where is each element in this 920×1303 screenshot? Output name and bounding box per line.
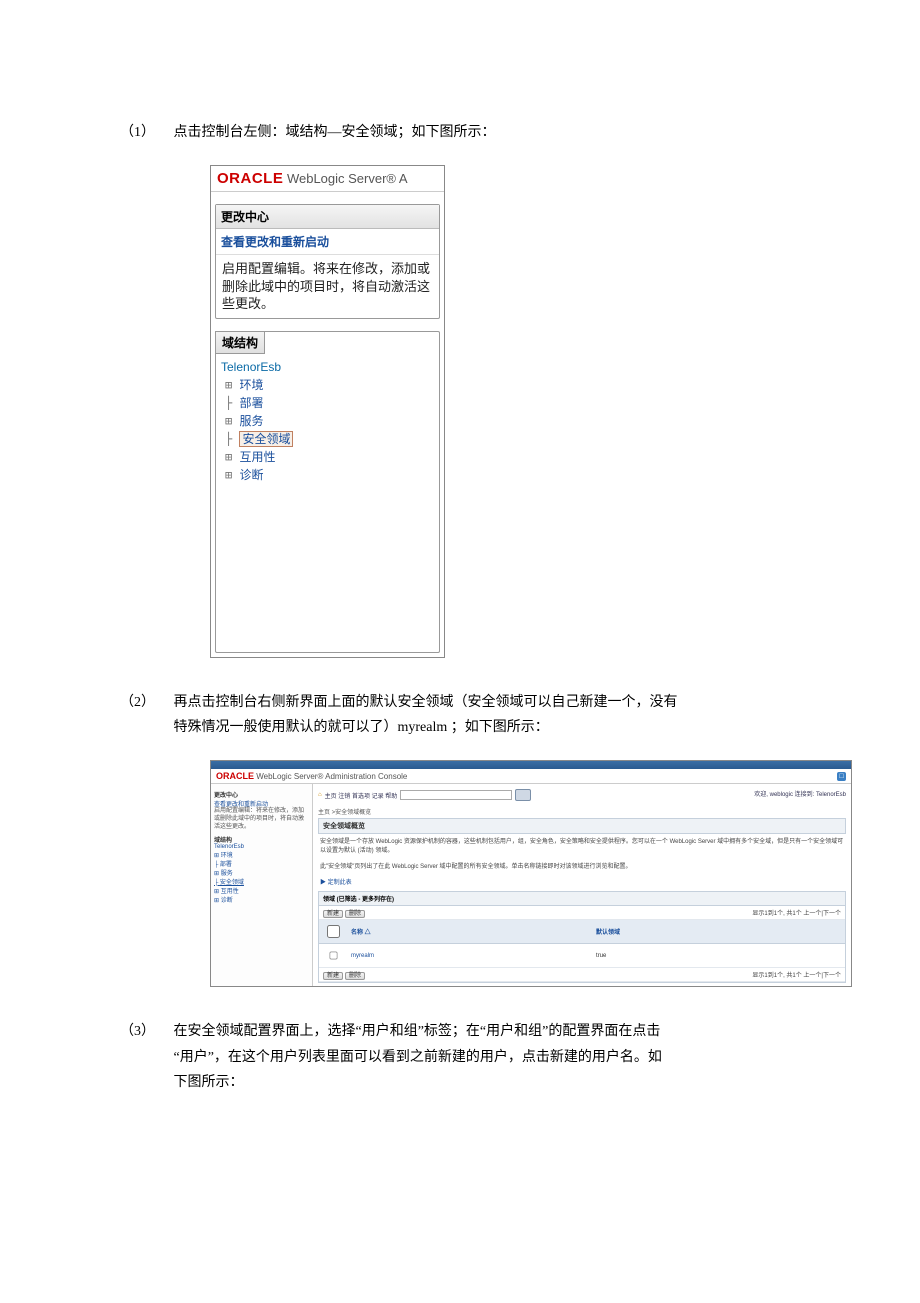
- view-changes-link[interactable]: 查看更改和重新启动: [214, 799, 309, 808]
- step-2-line2: 特殊情况一般使用默认的就可以了）myrealm ；如下图所示：: [174, 720, 549, 735]
- welcome-text: 欢迎, weblogic 连接到: TelenorEsb: [754, 789, 846, 803]
- step-3: （3） 在安全领域配置界面上，选择“用户和组”标签；在“用户和组”的配置界面在点…: [120, 1019, 800, 1095]
- change-center-panel: 更改中心 查看更改和重新启动 启用配置编辑。将来在修改，添加或删除此域中的项目时…: [215, 204, 440, 319]
- tree-node-security-realm[interactable]: ├ 安全领域: [214, 877, 309, 886]
- description-1: 安全领域是一个存放 WebLogic 资源保护机制的容器，这些机制包括用户，组，…: [318, 834, 846, 859]
- console-header: ORACLE WebLogic Server® Administration C…: [211, 769, 851, 784]
- screenshot-1: ORACLE WebLogic Server® A 更改中心 查看更改和重新启动…: [210, 165, 445, 658]
- help-icon[interactable]: □: [837, 772, 846, 781]
- expand-icon[interactable]: ⊞: [225, 414, 239, 428]
- breadcrumb: 主页 >安全领域概览: [318, 807, 846, 816]
- tree-node-env[interactable]: ⊞ 环境: [221, 376, 434, 394]
- tree-node-interop[interactable]: ⊞ 互用性: [221, 448, 434, 466]
- new-button[interactable]: 新建: [323, 972, 343, 980]
- realms-table: 领域 (已筛选 - 更多列存在) 新建 删除 显示1到1个, 共1个 上一个|下…: [318, 891, 846, 983]
- tree-node-selected[interactable]: 安全领域: [239, 431, 293, 447]
- product-name: WebLogic Server® Administration Console: [254, 772, 407, 781]
- tree-root[interactable]: TelenorEsb: [221, 358, 434, 376]
- pager-bottom: 显示1到1个, 共1个 上一个|下一个: [752, 970, 841, 979]
- realm-name-link[interactable]: myrealm: [347, 944, 592, 968]
- step-1-num: （1）: [120, 120, 170, 145]
- realm-default-value: true: [592, 944, 845, 968]
- sidebar: 更改中心 查看更改和重新启动 启用配置编辑：将来在修改，添加或删除此域中的项目时…: [211, 784, 313, 986]
- tree-node-deploy[interactable]: ├ 部署: [221, 394, 434, 412]
- step-1: （1） 点击控制台左侧：域结构—安全领域；如下图所示：: [120, 120, 800, 145]
- logo-row: ORACLE WebLogic Server® A: [211, 166, 444, 192]
- search-button[interactable]: [515, 789, 531, 801]
- tree-node-services[interactable]: ⊞ 服务: [214, 868, 309, 877]
- tree-node-services[interactable]: ⊞ 服务: [221, 412, 434, 430]
- step-3-line1: 在安全领域配置界面上，选择“用户和组”标签；在“用户和组”的配置界面在点击: [174, 1024, 661, 1039]
- tree-node-interop[interactable]: ⊞ 互用性: [214, 886, 309, 895]
- toolbar-links[interactable]: 主页 注销 首选项 记录 帮助: [325, 791, 398, 800]
- change-center-header: 更改中心: [214, 790, 309, 799]
- step-1-text: 点击控制台左侧：域结构—安全领域；如下图所示：: [174, 120, 774, 145]
- expand-icon[interactable]: ⊞: [225, 378, 239, 392]
- domain-structure-header: 域结构: [214, 835, 309, 844]
- leaf-icon: ├: [225, 396, 239, 410]
- description-2: 此"安全领域"页列出了在此 WebLogic Server 域中配置的所有安全领…: [318, 859, 846, 875]
- config-edit-message: 启用配置编辑：将来在修改，添加或删除此域中的项目时，将自动激活这些更改。: [214, 808, 309, 831]
- main-content: ⌂ 主页 注销 首选项 记录 帮助 欢迎, weblogic 连接到: Tele…: [313, 784, 851, 986]
- tree-node-deploy[interactable]: ├ 部署: [214, 859, 309, 868]
- oracle-logo: ORACLE: [217, 170, 283, 187]
- row-checkbox[interactable]: [330, 952, 338, 960]
- step-3-line2: “用户”，在这个用户列表里面可以看到之前新建的用户，点击新建的用户名。如: [174, 1050, 662, 1065]
- window-titlebar: [211, 761, 851, 769]
- pager-top: 显示1到1个, 共1个 上一个|下一个: [752, 908, 841, 917]
- view-changes-link[interactable]: 查看更改和重新启动: [216, 229, 439, 255]
- product-name: WebLogic Server® A: [283, 171, 407, 186]
- col-name[interactable]: 名称 △: [347, 920, 592, 944]
- new-button[interactable]: 新建: [323, 910, 343, 918]
- tree-node-security-realm[interactable]: ├ 安全领域: [221, 430, 434, 448]
- screenshot-2: ORACLE WebLogic Server® Administration C…: [210, 760, 852, 987]
- table-caption: 领域 (已筛选 - 更多列存在): [319, 892, 845, 906]
- col-default[interactable]: 默认领域: [592, 920, 845, 944]
- step-2-num: （2）: [120, 690, 170, 715]
- expand-icon[interactable]: ⊞: [225, 450, 239, 464]
- oracle-logo: ORACLE: [216, 771, 254, 781]
- page-title: 安全领域概览: [318, 818, 846, 834]
- expand-icon[interactable]: ⊞: [225, 468, 239, 482]
- customize-table-link[interactable]: ▶ 定制此表: [318, 875, 846, 888]
- tree-node-env[interactable]: ⊞ 环境: [214, 850, 309, 859]
- leaf-icon: ├: [225, 432, 239, 446]
- col-checkbox: [319, 920, 347, 944]
- table-row: myrealm true: [319, 944, 845, 968]
- step-3-line3: 下图所示：: [174, 1075, 244, 1090]
- delete-button[interactable]: 删除: [345, 972, 365, 980]
- toolbar-row: ⌂ 主页 注销 首选项 记录 帮助 欢迎, weblogic 连接到: Tele…: [318, 787, 846, 805]
- search-input[interactable]: [400, 790, 512, 800]
- step-3-num: （3）: [120, 1019, 170, 1044]
- step-2: （2） 再点击控制台右侧新界面上面的默认安全领域（安全领域可以自己新建一个，没有…: [120, 690, 800, 740]
- tree-node-diag[interactable]: ⊞ 诊断: [214, 895, 309, 904]
- change-center-header: 更改中心: [216, 205, 439, 229]
- domain-structure-panel: 域结构 TelenorEsb ⊞ 环境 ├ 部署 ⊞ 服务 ├ 安全领域 ⊞ 互…: [215, 331, 440, 653]
- step-2-line1: 再点击控制台右侧新界面上面的默认安全领域（安全领域可以自己新建一个，没有: [174, 695, 678, 710]
- tree-node-diag[interactable]: ⊞ 诊断: [221, 466, 434, 484]
- config-edit-message: 启用配置编辑。将来在修改，添加或删除此域中的项目时，将自动激活这些更改。: [216, 255, 439, 318]
- select-all-checkbox[interactable]: [327, 925, 340, 938]
- delete-button[interactable]: 删除: [345, 910, 365, 918]
- home-icon[interactable]: ⌂: [318, 792, 322, 798]
- domain-structure-header: 域结构: [215, 331, 265, 354]
